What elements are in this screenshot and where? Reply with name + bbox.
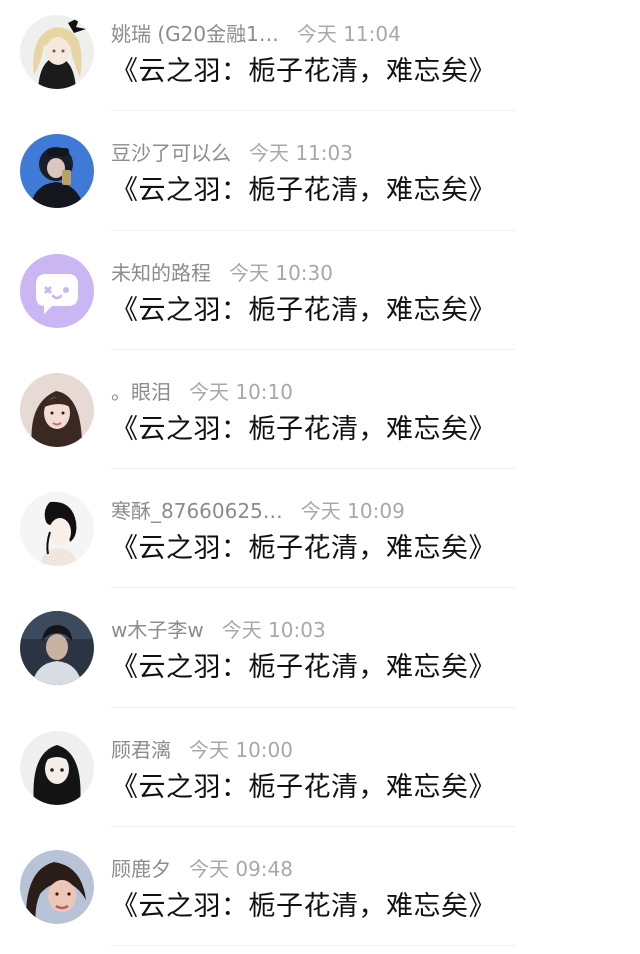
timestamp: 今天 11:04	[296, 22, 401, 46]
avatar[interactable]	[20, 134, 94, 209]
message-text: 《云之羽：栀子花清，难忘矣》	[111, 56, 496, 87]
message-row[interactable]: 顾鹿夕 今天 09:48 《云之羽：栀子花清，难忘矣》	[0, 835, 640, 954]
message-row[interactable]: 。眼泪 今天 10:10 《云之羽：栀子花清，难忘矣》	[0, 358, 640, 477]
boy-night-avatar-icon	[20, 611, 94, 686]
timestamp: 今天 11:03	[249, 141, 353, 166]
message-text: 《云之羽：栀子花清，难忘矣》	[111, 771, 496, 803]
avatar[interactable]	[20, 611, 94, 686]
message-row[interactable]: 寒酥_87660625… 今天 10:09 《云之羽：栀子花清，难忘矣》	[0, 477, 640, 596]
row-meta: 姚瑞 (G20金融1… 今天 11:04	[111, 20, 401, 48]
message-row[interactable]: 姚瑞 (G20金融1… 今天 11:04 《云之羽：栀子花清，难忘矣》	[0, 0, 640, 119]
avatar[interactable]	[20, 372, 94, 447]
row-meta: 未知的路程 今天 10:30	[111, 259, 333, 287]
girl-portrait-avatar-icon	[20, 372, 94, 447]
divider	[111, 110, 515, 112]
message-list: 姚瑞 (G20金融1… 今天 11:04 《云之羽：栀子花清，难忘矣》 豆沙了可以…	[0, 0, 640, 954]
timestamp: 今天 09:48	[189, 857, 293, 882]
sender-name[interactable]: 寒酥_87660625…	[111, 499, 283, 523]
default-chat-avatar-icon	[20, 253, 94, 328]
message-text: 《云之羽：栀子花清，难忘矣》	[111, 294, 496, 326]
message-text: 《云之羽：栀子花清，难忘矣》	[111, 413, 496, 445]
row-meta: w木子李w 今天 10:03	[111, 616, 326, 644]
row-meta: 顾君漓 今天 10:00	[111, 736, 293, 764]
girl-sketch-avatar-icon	[20, 492, 94, 567]
sender-name[interactable]: 顾鹿夕	[111, 857, 171, 881]
selfie-phone-avatar-icon	[20, 134, 94, 209]
message-text: 《云之羽：栀子花清，难忘矣》	[111, 891, 496, 923]
row-meta: 。眼泪 今天 10:10	[111, 378, 293, 406]
row-meta: 顾鹿夕 今天 09:48	[111, 855, 293, 883]
avatar[interactable]	[20, 253, 94, 328]
avatar[interactable]	[20, 15, 94, 89]
blonde-doll-avatar-icon	[20, 15, 94, 89]
timestamp: 今天 10:30	[229, 260, 333, 285]
timestamp: 今天 10:09	[300, 499, 405, 524]
sender-name[interactable]: 。眼泪	[111, 380, 171, 404]
anime-girl-avatar-icon	[20, 730, 94, 805]
divider	[111, 468, 515, 470]
sender-name[interactable]: 未知的路程	[111, 261, 211, 285]
message-row[interactable]: 豆沙了可以么 今天 11:03 《云之羽：栀子花清，难忘矣》	[0, 119, 640, 238]
girl-closeup-avatar-icon	[20, 850, 94, 925]
divider	[111, 587, 515, 589]
message-row[interactable]: 顾君漓 今天 10:00 《云之羽：栀子花清，难忘矣》	[0, 716, 640, 835]
sender-name[interactable]: 姚瑞 (G20金融1…	[111, 22, 279, 46]
divider	[111, 706, 515, 708]
sender-name[interactable]: 顾君漓	[111, 738, 171, 762]
divider	[111, 348, 515, 350]
message-text: 《云之羽：栀子花清，难忘矣》	[111, 652, 496, 684]
sender-name[interactable]: 豆沙了可以么	[111, 141, 231, 165]
avatar[interactable]	[20, 850, 94, 925]
message-text: 《云之羽：栀子花清，难忘矣》	[111, 533, 496, 565]
avatar[interactable]	[20, 730, 94, 805]
message-row[interactable]: 未知的路程 今天 10:30 《云之羽：栀子花清，难忘矣》	[0, 239, 640, 358]
message-text: 《云之羽：栀子花清，难忘矣》	[111, 175, 496, 207]
avatar[interactable]	[20, 492, 94, 567]
timestamp: 今天 10:03	[221, 618, 326, 643]
divider	[111, 826, 515, 828]
divider	[111, 945, 515, 947]
divider	[111, 229, 515, 231]
timestamp: 今天 10:10	[189, 379, 293, 404]
message-row[interactable]: w木子李w 今天 10:03 《云之羽：栀子花清，难忘矣》	[0, 596, 640, 715]
sender-name[interactable]: w木子李w	[111, 618, 204, 642]
row-meta: 寒酥_87660625… 今天 10:09	[111, 497, 405, 525]
timestamp: 今天 10:00	[189, 737, 293, 762]
row-meta: 豆沙了可以么 今天 11:03	[111, 139, 353, 167]
